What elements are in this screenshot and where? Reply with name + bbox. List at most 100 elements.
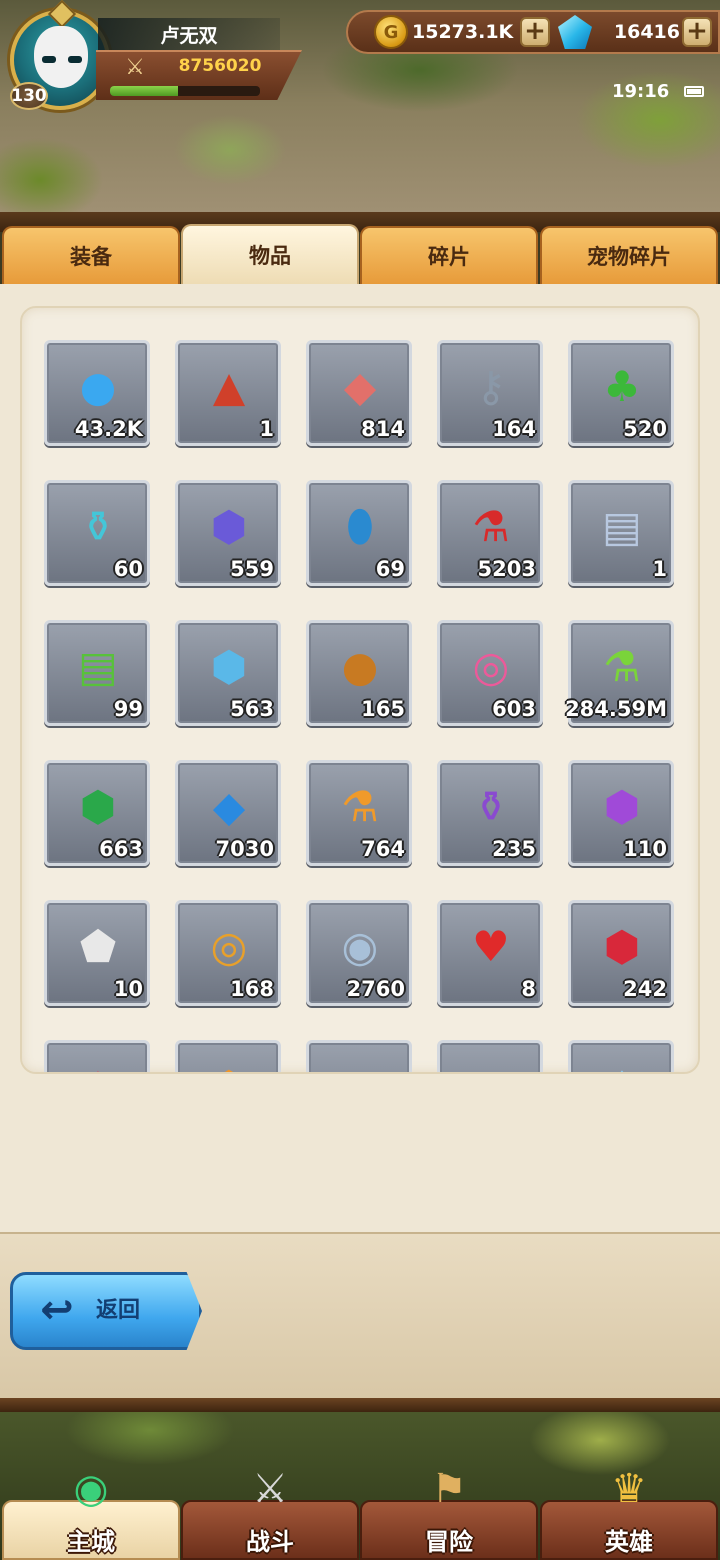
item-slot[interactable]: ● 43.2K (44, 340, 150, 446)
item-quantity: 165 (361, 697, 405, 721)
item-slot[interactable]: ★ (44, 1040, 150, 1072)
item-slot[interactable]: ⚗ 5203 (437, 480, 543, 586)
nav-heroes[interactable]: ♛ 英雄 (540, 1466, 718, 1560)
key-icon: ⚷ (475, 361, 507, 411)
add-gem-button[interactable]: + (682, 17, 712, 47)
adventure-map-icon: ⚑ (431, 1466, 467, 1512)
player-level-badge: 130 (10, 82, 48, 110)
item-quantity: 43.2K (74, 417, 143, 441)
heart-icon: ♥ (472, 921, 510, 971)
exp-bar-fill (110, 86, 178, 96)
tab-pet-fragments[interactable]: 宠物碎片 (540, 226, 718, 284)
sword-gem-icon: ⬢ (603, 921, 641, 971)
item-slot[interactable]: ◎ 168 (175, 900, 281, 1006)
orange-vial-icon: ⚗ (341, 781, 379, 831)
item-slot[interactable]: ▼ (306, 1040, 412, 1072)
add-gold-button[interactable]: + (520, 17, 550, 47)
hero-crest-icon: ♛ (611, 1466, 647, 1512)
lollipop-rainbow-icon: ◎ (210, 921, 248, 971)
item-slot[interactable]: ◎ 603 (437, 620, 543, 726)
item-quantity: 69 (375, 557, 405, 581)
item-quantity: 7030 (215, 837, 274, 861)
item-slot[interactable]: ◉ 2760 (306, 900, 412, 1006)
clover-icon: ♣ (603, 361, 641, 411)
tab-items[interactable]: 物品 (181, 224, 359, 284)
item-slot[interactable]: ◆ 814 (306, 340, 412, 446)
item-quantity: 5203 (477, 557, 536, 581)
bottom-wood-rail (0, 1398, 720, 1412)
item-slot[interactable]: ⬢ 563 (175, 620, 281, 726)
item-slot[interactable]: ◆ 7030 (175, 760, 281, 866)
combat-power-value: 8756020 (178, 56, 262, 76)
dice-icon: ⬟ (79, 921, 117, 971)
item-slot[interactable]: ⬟ 10 (44, 900, 150, 1006)
item-quantity: 563 (230, 697, 274, 721)
item-quantity: 242 (623, 977, 667, 1001)
player-name: 卢无双 (98, 18, 280, 50)
item-slot[interactable]: ⬮ 69 (306, 480, 412, 586)
item-quantity: 559 (230, 557, 274, 581)
item-slot[interactable]: ⚷ 164 (437, 340, 543, 446)
item-quantity: 1 (652, 557, 667, 581)
item-slot[interactable]: ● (437, 1040, 543, 1072)
item-quantity: 764 (361, 837, 405, 861)
return-arrow-icon: ↩ (40, 1287, 74, 1333)
red-star-icon: ★ (65, 1053, 131, 1073)
inventory-tabs: 装备 物品 碎片 宠物碎片 (0, 224, 720, 284)
item-slot[interactable]: ⚱ 60 (44, 480, 150, 586)
exp-bar (110, 86, 260, 96)
item-quantity: 2760 (346, 977, 405, 1001)
rank-emblem-icon: ▲ (212, 361, 246, 411)
item-quantity: 99 (113, 697, 143, 721)
helmet-scroll-icon: ▤ (602, 501, 642, 551)
crossed-swords-icon: ⚔ (252, 1466, 288, 1512)
item-slot[interactable]: ♦ (568, 1040, 674, 1072)
crossed-swords-power-icon: ⚔ (125, 55, 145, 80)
item-quantity: 235 (492, 837, 536, 861)
glove-gem-icon: ⬢ (79, 781, 117, 831)
blue-crystal-icon: ◆ (212, 781, 246, 831)
item-quantity: 60 (113, 557, 143, 581)
item-slot[interactable]: ⬢ 663 (44, 760, 150, 866)
item-quantity: 814 (361, 417, 405, 441)
item-slot[interactable]: ▤ 99 (44, 620, 150, 726)
item-slot[interactable]: ▤ 1 (568, 480, 674, 586)
nav-battle[interactable]: ⚔ 战斗 (181, 1466, 359, 1560)
item-quantity: 10 (113, 977, 143, 1001)
red-potion-icon: ⚗ (472, 501, 510, 551)
nav-label: 冒险 (425, 1528, 473, 1556)
item-quantity: 284.59M (565, 697, 667, 721)
item-quantity: 663 (99, 837, 143, 861)
item-slot[interactable]: ♥ 8 (437, 900, 543, 1006)
item-slot[interactable]: ⚗ 764 (306, 760, 412, 866)
tab-equipment[interactable]: 装备 (2, 226, 180, 284)
nav-adventure[interactable]: ⚑ 冒险 (360, 1466, 538, 1560)
orange-gem-icon: ⬢ (196, 1053, 262, 1073)
nav-label: 主城 (67, 1528, 115, 1556)
item-quantity: 168 (230, 977, 274, 1001)
item-slot[interactable]: ⬢ 110 (568, 760, 674, 866)
battery-icon (684, 86, 704, 97)
nav-label: 英雄 (605, 1528, 653, 1556)
shield-gem-icon: ⬢ (210, 641, 248, 691)
item-slot[interactable]: ● 165 (306, 620, 412, 726)
tab-fragments[interactable]: 碎片 (360, 226, 538, 284)
item-quantity: 520 (623, 417, 667, 441)
triangle-badge-icon: ▼ (327, 1053, 393, 1073)
status-time: 19:16 (612, 81, 670, 102)
green-scroll-icon: ▤ (78, 641, 118, 691)
item-slot[interactable]: ⬢ 242 (568, 900, 674, 1006)
item-slot[interactable]: ▲ 1 (175, 340, 281, 446)
mask-left-eye (42, 56, 56, 63)
item-slot[interactable]: ♣ 520 (568, 340, 674, 446)
sword-coin-icon: ● (341, 641, 379, 691)
item-slot[interactable]: ⚗ 284.59M (565, 620, 674, 726)
gold-coin-icon: G (374, 15, 408, 49)
item-grid[interactable]: ● 43.2K ▲ 1 ◆ 814 ⚷ 164 ♣ 520 ⚱ 60 ⬢ 559 ⬮ 69 ⚗ 5203 ▤ 1 ▤ 99… (20, 306, 700, 1072)
item-slot[interactable]: ⚱ 235 (437, 760, 543, 866)
meat-icon: ◆ (343, 361, 377, 411)
nav-main-city[interactable]: ◉ 主城 (2, 1466, 180, 1560)
item-slot[interactable]: ⬢ 559 (175, 480, 281, 586)
item-slot[interactable]: ⬢ (175, 1040, 281, 1072)
item-quantity: 603 (492, 697, 536, 721)
